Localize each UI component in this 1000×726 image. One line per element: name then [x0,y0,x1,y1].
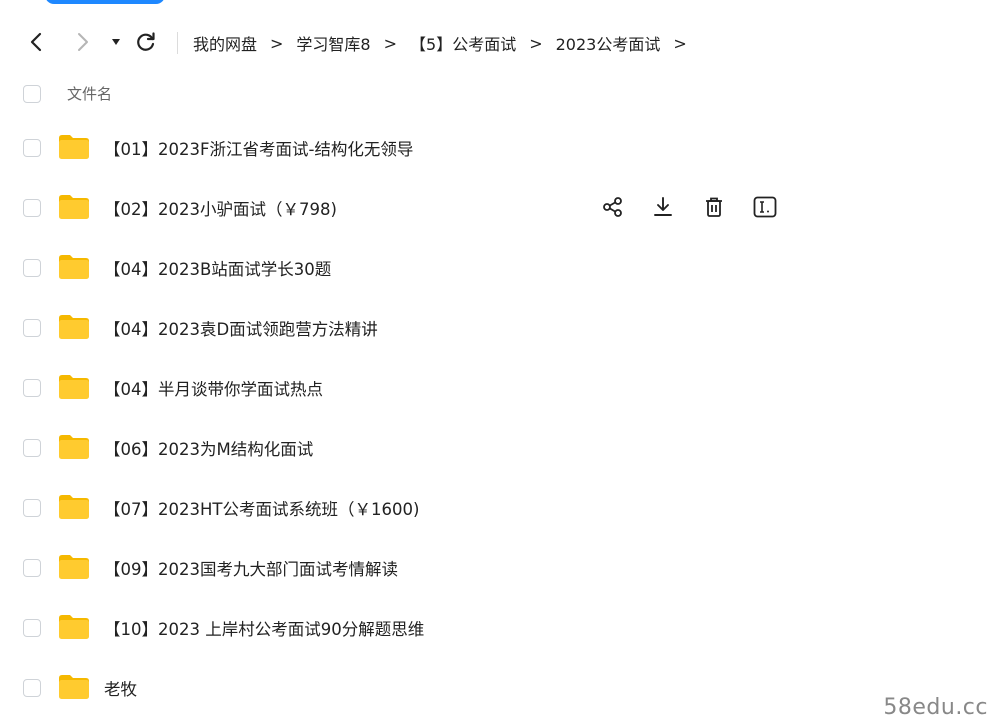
share-icon [602,196,624,218]
forward-button[interactable] [71,30,95,54]
file-row[interactable]: 【04】2023袁D面试领跑营方法精讲 [0,298,1000,358]
row-checkbox[interactable] [23,319,41,337]
folder-icon [58,314,90,340]
primary-action-button[interactable] [45,0,165,4]
history-dropdown-button[interactable] [104,30,128,54]
folder-icon [58,134,90,160]
file-name[interactable]: 老牧 [104,676,137,700]
refresh-button[interactable] [134,30,158,54]
file-list: 【01】2023F浙江省考面试-结构化无领导 【02】2023小驴面试（￥798)… [0,118,1000,718]
folder-icon [58,614,90,640]
file-row[interactable]: 【10】2023 上岸村公考面试90分解题思维 [0,598,1000,658]
folder-icon [58,554,90,580]
share-button[interactable] [600,194,626,220]
file-row[interactable]: 【06】2023为M结构化面试 [0,418,1000,478]
row-checkbox[interactable] [23,439,41,457]
row-checkbox[interactable] [23,619,41,637]
row-checkbox[interactable] [23,379,41,397]
breadcrumb-item-current[interactable]: 2023公考面试 [556,31,661,55]
breadcrumb-item[interactable]: 学习智库8 [296,31,370,55]
folder-icon [58,374,90,400]
column-header-filename[interactable]: 文件名 [67,83,112,104]
breadcrumb-separator: > [383,33,398,53]
file-row[interactable]: 【07】2023HT公考面试系统班（￥1600) [0,478,1000,538]
back-button[interactable] [24,30,48,54]
file-name[interactable]: 【04】2023袁D面试领跑营方法精讲 [104,316,378,340]
folder-icon [58,494,90,520]
file-name[interactable]: 【09】2023国考九大部门面试考情解读 [104,556,398,580]
rename-icon [753,196,777,218]
file-name[interactable]: 【10】2023 上岸村公考面试90分解题思维 [104,616,424,640]
row-checkbox[interactable] [23,139,41,157]
file-name[interactable]: 【06】2023为M结构化面试 [104,436,313,460]
file-name[interactable]: 【02】2023小驴面试（￥798) [104,196,337,220]
breadcrumb-separator: > [529,33,543,53]
toolbar-divider [177,32,178,54]
folder-icon [58,434,90,460]
row-checkbox[interactable] [23,679,41,697]
file-name[interactable]: 【04】半月谈带你学面试热点 [104,376,323,400]
breadcrumb-separator: > [270,33,284,53]
download-icon [652,196,674,218]
download-button[interactable] [650,194,676,220]
file-name[interactable]: 【07】2023HT公考面试系统班（￥1600) [104,496,419,520]
caret-down-icon [112,39,120,45]
rename-button[interactable] [752,194,778,220]
breadcrumb-item-root[interactable]: 我的网盘 [193,31,257,55]
folder-icon [58,674,90,700]
breadcrumb: 我的网盘 > 学习智库8 > 【5】公考面试 > 2023公考面试 > [193,31,700,55]
select-all-checkbox[interactable] [23,85,41,103]
breadcrumb-separator: > [673,33,687,53]
refresh-icon [137,32,155,51]
file-row[interactable]: 老牧 [0,658,1000,718]
breadcrumb-item[interactable]: 【5】公考面试 [410,31,516,55]
row-checkbox[interactable] [23,199,41,217]
folder-icon [58,194,90,220]
watermark: 58edu.cc [883,695,988,720]
delete-button[interactable] [701,194,727,220]
file-row[interactable]: 【01】2023F浙江省考面试-结构化无领导 [0,118,1000,178]
toolbar: 我的网盘 > 学习智库8 > 【5】公考面试 > 2023公考面试 > [0,22,1000,62]
row-checkbox[interactable] [23,259,41,277]
delete-icon [703,196,725,218]
chevron-right-icon [78,33,88,51]
file-row[interactable]: 【02】2023小驴面试（￥798) [0,178,1000,238]
file-name[interactable]: 【01】2023F浙江省考面试-结构化无领导 [104,136,413,160]
list-header: 文件名 [0,80,1000,108]
file-name[interactable]: 【04】2023B站面试学长30题 [104,256,331,280]
folder-icon [58,254,90,280]
file-row[interactable]: 【09】2023国考九大部门面试考情解读 [0,538,1000,598]
row-checkbox[interactable] [23,499,41,517]
row-checkbox[interactable] [23,559,41,577]
file-row[interactable]: 【04】半月谈带你学面试热点 [0,358,1000,418]
file-row[interactable]: 【04】2023B站面试学长30题 [0,238,1000,298]
chevron-left-icon [30,32,42,52]
